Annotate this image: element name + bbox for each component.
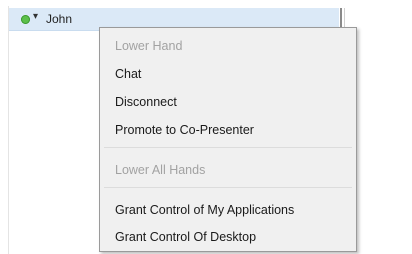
participant-context-menu: Lower Hand Chat Disconnect Promote to Co… (99, 27, 357, 252)
menu-item-promote-to-co-presenter[interactable]: Promote to Co-Presenter (100, 118, 356, 142)
status-icon (21, 15, 30, 24)
menu-item-lower-all-hands: Lower All Hands (115, 163, 206, 177)
menu-item-grant-control-of-desktop[interactable]: Grant Control Of Desktop (100, 225, 356, 249)
menu-item-chat[interactable]: Chat (100, 62, 356, 86)
menu-separator (104, 187, 352, 188)
menu-item-grant-control-of-my-applications[interactable]: Grant Control of My Applications (100, 198, 356, 222)
menu-separator (104, 147, 352, 148)
participant-name: John (46, 12, 73, 26)
meeting-window: ▾ John Lower Hand Chat Disconnect Promot… (0, 0, 412, 254)
menu-item-lower-hand: Lower Hand (115, 39, 183, 53)
menu-item-disconnect[interactable]: Disconnect (100, 90, 356, 114)
chevron-down-icon[interactable]: ▾ (33, 11, 38, 22)
